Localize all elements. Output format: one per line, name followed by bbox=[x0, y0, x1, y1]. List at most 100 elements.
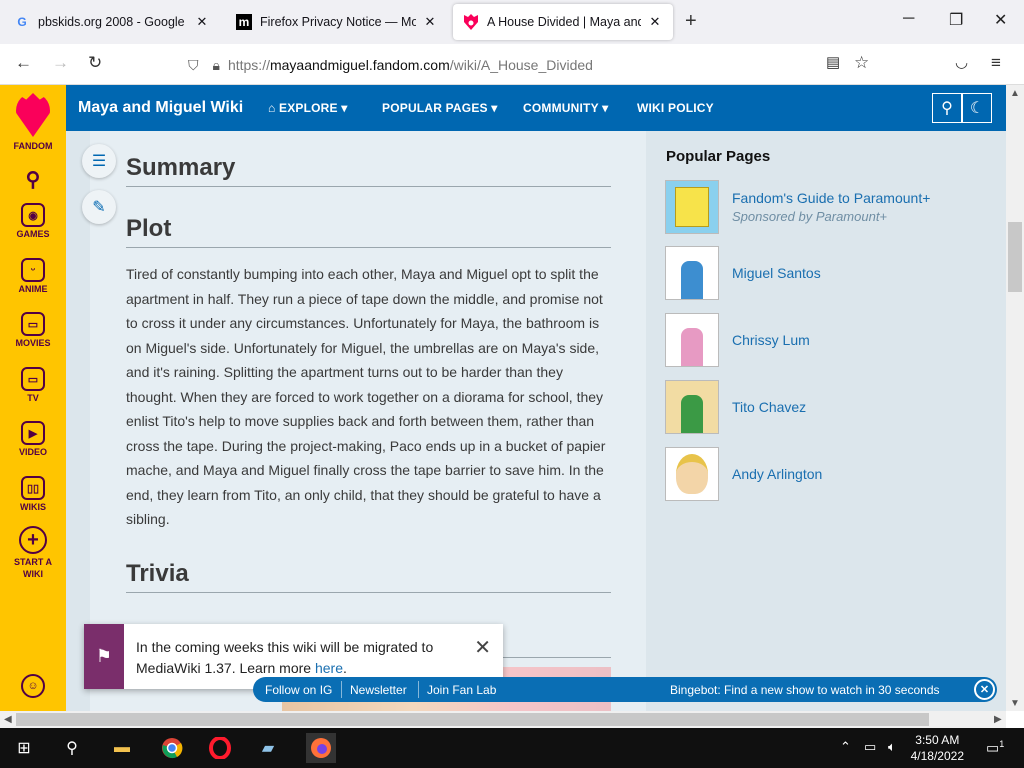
fan-feed-bar: Follow on IG Newsletter Join Fan Lab Bin… bbox=[253, 677, 997, 702]
popular-page-label[interactable]: Andy Arlington bbox=[732, 466, 822, 482]
maximize-icon[interactable]: ❐ bbox=[949, 10, 963, 30]
notification-center-icon[interactable]: ▭1 bbox=[986, 739, 1004, 757]
opera-icon[interactable] bbox=[208, 736, 232, 760]
reader-view-icon[interactable]: ▤ bbox=[826, 53, 840, 71]
notepad-icon[interactable]: ▰ bbox=[256, 736, 280, 760]
chrome-icon[interactable] bbox=[160, 736, 184, 760]
tab-google-search[interactable]: G pbskids.org 2008 - Google Search ✕ bbox=[4, 4, 220, 40]
moon-icon: ☾ bbox=[969, 100, 985, 117]
follow-ig-link[interactable]: Follow on IG bbox=[265, 683, 332, 697]
fandom-label: FANDOM bbox=[13, 141, 53, 151]
vertical-scrollbar[interactable] bbox=[1006, 85, 1024, 711]
windows-start-icon[interactable]: ⊞ bbox=[12, 736, 36, 760]
join-fan-lab-link[interactable]: Join Fan Lab bbox=[427, 683, 496, 697]
popular-page-item[interactable]: Miguel Santos bbox=[665, 246, 821, 300]
tab-house-divided[interactable]: A House Divided | Maya and Miguel Wiki ✕ bbox=[453, 4, 673, 40]
popular-page-item[interactable]: Andy Arlington bbox=[665, 447, 822, 501]
navigation-bar: ← → ↻ ⛉ 🔒︎ https://mayaandmiguel.fandom.… bbox=[0, 44, 1024, 85]
close-icon[interactable]: ✕ bbox=[474, 635, 491, 660]
notice-link[interactable]: here bbox=[315, 660, 343, 676]
rail-item-games[interactable]: ◉ GAMES bbox=[0, 203, 66, 239]
url-prefix: https:// bbox=[227, 57, 270, 73]
nav-community[interactable]: COMMUNITY ▾ bbox=[523, 101, 608, 115]
chevron-up-icon[interactable]: ⌃ bbox=[840, 739, 851, 755]
new-tab-button[interactable]: + bbox=[685, 10, 697, 33]
popular-page-label[interactable]: Fandom's Guide to Paramount+ bbox=[732, 190, 930, 206]
nav-explore[interactable]: ⌂ EXPLORE ▾ bbox=[268, 101, 348, 115]
firefox-icon[interactable] bbox=[306, 733, 336, 763]
rail-search[interactable]: ⚲ bbox=[0, 167, 66, 193]
newsletter-link[interactable]: Newsletter bbox=[350, 683, 407, 697]
wiki-header: Maya and Miguel Wiki ⌂ EXPLORE ▾ POPULAR… bbox=[66, 85, 1006, 131]
rail-label: MOVIES bbox=[15, 338, 51, 348]
horizontal-scroll-thumb[interactable] bbox=[16, 713, 929, 726]
nav-popular-pages[interactable]: POPULAR PAGES ▾ bbox=[382, 101, 498, 115]
theme-toggle-button[interactable]: ☾ bbox=[962, 93, 992, 123]
popular-page-item[interactable]: Tito Chavez bbox=[665, 380, 806, 434]
plot-heading: Plot bbox=[126, 215, 611, 248]
url-bar[interactable]: ⛉ 🔒︎ https://mayaandmiguel.fandom.com/wi… bbox=[182, 50, 882, 80]
popular-page-label[interactable]: Miguel Santos bbox=[732, 265, 821, 281]
menu-icon[interactable]: ≡ bbox=[991, 53, 1001, 73]
close-window-icon[interactable]: ✕ bbox=[994, 10, 1007, 30]
search-icon: ⚲ bbox=[941, 100, 953, 117]
popular-page-item[interactable]: Fandom's Guide to Paramount+ Sponsored b… bbox=[665, 180, 930, 234]
rail-item-video[interactable]: ▶ VIDEO bbox=[0, 421, 66, 457]
google-icon: G bbox=[17, 15, 27, 29]
clock[interactable]: 3:50 AM 4/18/2022 bbox=[911, 732, 964, 764]
rail-user[interactable]: ☺ bbox=[0, 674, 66, 700]
popular-page-item[interactable]: Chrissy Lum bbox=[665, 313, 810, 367]
file-explorer-icon[interactable]: ▬ bbox=[110, 736, 134, 760]
rail-item-start-wiki[interactable]: + START A WIKI bbox=[0, 526, 66, 580]
back-icon[interactable]: ← bbox=[15, 53, 32, 73]
rail-item-anime[interactable]: ᵕ ANIME bbox=[0, 258, 66, 294]
tab-close-icon[interactable]: ✕ bbox=[422, 14, 438, 30]
popular-page-label[interactable]: Chrissy Lum bbox=[732, 332, 810, 348]
minimize-icon[interactable]: ─ bbox=[903, 10, 914, 28]
network-icon[interactable]: ▭ bbox=[864, 739, 876, 755]
list-icon: ☰ bbox=[91, 153, 107, 170]
chevron-down-icon: ▾ bbox=[341, 101, 348, 115]
tab-firefox-privacy[interactable]: m Firefox Privacy Notice — Mozilla ✕ bbox=[226, 4, 448, 40]
anime-face-icon: ᵕ bbox=[21, 258, 45, 282]
bookmark-star-icon[interactable]: ☆ bbox=[854, 53, 869, 73]
notice-period: . bbox=[343, 660, 347, 676]
search-icon[interactable]: ⚲ bbox=[60, 736, 84, 760]
tab-close-icon[interactable]: ✕ bbox=[194, 14, 210, 30]
lock-icon[interactable]: 🔒︎ bbox=[213, 57, 220, 74]
wiki-search-button[interactable]: ⚲ bbox=[932, 93, 962, 123]
tab-close-icon[interactable]: ✕ bbox=[647, 14, 663, 30]
tab-strip: G pbskids.org 2008 - Google Search ✕ m F… bbox=[0, 0, 1024, 44]
fandom-logo[interactable]: FANDOM bbox=[0, 93, 66, 151]
scroll-left-icon[interactable]: ◀ bbox=[4, 714, 12, 725]
fandom-logo-icon bbox=[16, 93, 50, 137]
rail-item-wikis[interactable]: ▯▯ WIKIS bbox=[0, 476, 66, 512]
book-icon: ▯▯ bbox=[21, 476, 45, 500]
forward-icon[interactable]: → bbox=[52, 53, 69, 73]
rail-item-tv[interactable]: ▭ TV bbox=[0, 367, 66, 403]
reload-icon[interactable]: ↻ bbox=[88, 53, 102, 73]
andy-thumbnail bbox=[665, 447, 719, 501]
tab-title: A House Divided | Maya and Miguel Wiki bbox=[487, 15, 641, 29]
edit-button[interactable]: ✎ bbox=[82, 190, 116, 224]
popular-page-label[interactable]: Tito Chavez bbox=[732, 399, 806, 415]
scroll-up-icon[interactable]: ▲ bbox=[1010, 88, 1020, 99]
fandom-favicon-icon bbox=[463, 14, 479, 30]
gamepad-icon: ◉ bbox=[21, 203, 45, 227]
toc-button[interactable]: ☰ bbox=[82, 144, 116, 178]
nav-wiki-policy[interactable]: WIKI POLICY bbox=[637, 101, 714, 115]
rail-item-movies[interactable]: ▭ MOVIES bbox=[0, 312, 66, 348]
clock-time: 3:50 AM bbox=[915, 733, 960, 747]
url-path: /wiki/A_House_Divided bbox=[449, 57, 593, 73]
wiki-name[interactable]: Maya and Miguel Wiki bbox=[78, 99, 243, 117]
tracking-shield-icon[interactable]: ⛉ bbox=[188, 57, 199, 74]
mozilla-icon: m bbox=[236, 14, 252, 30]
vertical-scroll-thumb[interactable] bbox=[1008, 222, 1022, 292]
close-icon[interactable]: ✕ bbox=[974, 679, 995, 700]
pocket-icon[interactable]: ◡ bbox=[955, 53, 968, 71]
spongebob-thumbnail bbox=[665, 180, 719, 234]
volume-icon[interactable]: 🔈︎ bbox=[888, 739, 896, 755]
bingebot-link[interactable]: Bingebot: Find a new show to watch in 30… bbox=[670, 683, 940, 697]
scroll-down-icon[interactable]: ▼ bbox=[1010, 698, 1020, 709]
scroll-right-icon[interactable]: ▶ bbox=[994, 714, 1002, 725]
